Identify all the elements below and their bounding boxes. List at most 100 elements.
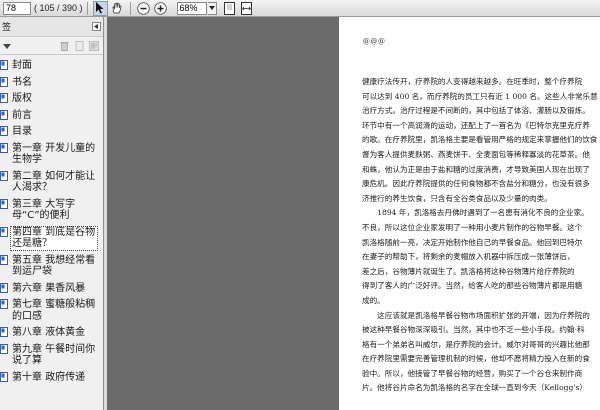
bookmark-item[interactable]: 第六章 果香风暴 — [0, 281, 103, 298]
page-number-input[interactable] — [3, 1, 31, 15]
options-icon[interactable] — [3, 42, 11, 50]
chevron-down-icon — [208, 6, 215, 10]
bookmark-item[interactable]: 第二章 如何才能让人渴求？ — [0, 169, 103, 197]
bookmark-label: 书名 — [12, 76, 32, 88]
bookmark-item[interactable]: 版权 — [0, 91, 103, 108]
bookmark-icon — [0, 327, 8, 337]
fit-width-icon — [240, 1, 252, 15]
toolbar-separator — [86, 1, 88, 15]
text-line: 可以达到 400 名，而疗养院的员工只有近 1 000 名。这些人非常乐意 — [362, 91, 598, 101]
bookmark-label: 第三章 大写字母“C”的便利 — [12, 198, 76, 222]
bookmark-item[interactable]: 第十章 政府传递 — [0, 370, 103, 387]
bookmark-item[interactable]: 书名 — [0, 75, 103, 92]
bookmarks-panel-title: 签 — [2, 23, 12, 33]
bookmark-label: 第一章 开发儿童的生物学 — [12, 142, 96, 166]
bookmark-icon — [0, 226, 8, 237]
hand-tool-button[interactable] — [110, 1, 125, 16]
bookmark-icon — [0, 371, 8, 382]
bookmark-label: 第八章 液体黄金 — [12, 327, 86, 338]
bookmark-item[interactable]: 前言 — [0, 108, 103, 125]
bookmark-label: 第二章 如何才能让人渴求？ — [12, 170, 96, 194]
text-line: 康危机。因此疗养院提供的任何食物都不含盐分和糖分，也没有很多 — [362, 179, 590, 189]
fit-page-icon — [223, 1, 235, 15]
text-line: 和蛛，他认为正是由于盐和糖的过度消费，才导致美国人现在出现了 — [362, 164, 590, 174]
page-header: @@@ — [363, 37, 386, 45]
zoom-level-input[interactable] — [176, 1, 207, 15]
bookmark-item[interactable]: 第五章 我想经常看到运尸袋 — [0, 253, 103, 281]
fit-width-button[interactable] — [239, 1, 254, 16]
zoom-in-icon — [153, 1, 167, 15]
new-bookmark-icon — [75, 40, 83, 51]
bookmark-label: 第六章 果香风暴 — [12, 282, 86, 294]
cursor-icon — [96, 2, 104, 14]
document-view[interactable]: @@@ 健康疗法传开，疗养院的人变得越来越多。在旺季时，整个疗养院 可以达到 4… — [107, 17, 600, 410]
text-line: 差之后，谷物薄片就诞生了。凯洛格将这种谷物薄片给疗养院的 — [362, 266, 575, 276]
bookmark-icon — [0, 126, 8, 136]
fit-page-button[interactable] — [222, 1, 237, 16]
bookmark-label: 第十章 政府传递 — [12, 371, 86, 383]
bookmark-item[interactable]: 封面 — [0, 58, 103, 75]
trash-icon — [60, 41, 68, 51]
bookmark-label: 第九章 午餐时间你说了算 — [12, 343, 96, 367]
bookmark-label: 前言 — [12, 109, 32, 121]
text-line: 成的。 — [362, 295, 385, 305]
text-line: 治疗方式。治疗过程是不间断的，其中包括了体浴、灌肠以及锻炼。 — [362, 106, 590, 116]
zoom-in-button[interactable] — [153, 1, 168, 16]
hand-icon — [112, 2, 122, 14]
text-line: 在疗养院里需要完善管理机制的时候，他却不愿将精力投入在新的食 — [362, 354, 590, 364]
bookmark-properties-button[interactable] — [88, 40, 100, 52]
toolbar: ( 105 / 390 ) — [0, 0, 600, 17]
bookmark-icon — [0, 60, 8, 70]
properties-icon — [89, 40, 99, 51]
bookmark-list: 封面 书名 版权 前言 目录 第一章 开发儿童的生物学 第二章 如何才能让人渴求… — [0, 55, 103, 386]
zoom-out-button[interactable] — [136, 1, 151, 16]
delete-bookmark-button[interactable] — [58, 40, 70, 52]
pdf-reader-window: ( 105 / 390 ) 签 — [0, 0, 600, 410]
text-line: 验中。所以，他接管了早餐谷物的经营，购买了一个谷仓来制作商 — [362, 368, 583, 378]
text-line: 1894 年，凯洛格去丹佛时遇到了一名患有消化不良的企业家。 — [362, 208, 589, 218]
bookmark-icon — [0, 299, 8, 309]
bookmark-item-selected[interactable]: 第四章 到底是谷物还是糖？ — [0, 225, 103, 253]
bookmark-item[interactable]: 第九章 午餐时间你说了算 — [0, 342, 103, 370]
text-line: 环节中有一个高润滑的运动，还配上了一首名为《巴特尔克里克疗养 — [362, 120, 590, 130]
bookmark-icon — [0, 170, 8, 181]
text-line: 凯洛格随前一亮，决定开始制作他自己的早餐食品。他回到巴特尔 — [362, 237, 583, 247]
collapse-icon — [94, 24, 98, 29]
document-page: @@@ 健康疗法传开，疗养院的人变得越来越多。在旺季时，整个疗养院 可以达到 4… — [339, 17, 600, 410]
text-line: 不良，所以这位企业家发明了一种用小麦片制作的谷物早餐。这个 — [362, 222, 583, 232]
zoom-dropdown-button[interactable] — [207, 1, 217, 15]
bookmark-icon — [0, 142, 8, 153]
page-body: 健康疗法传开，疗养院的人变得越来越多。在旺季时，整个疗养院 可以达到 400 名… — [362, 75, 600, 396]
text-line: 的歌。在疗养院里，凯洛格主要是看管用严格的规定来掌握他们的饮食 — [362, 135, 598, 145]
toolbar-separator — [129, 1, 131, 15]
bookmark-label: 封面 — [12, 60, 32, 71]
text-line: 督为客人提供麦麸粥、燕麦饼干、全麦面包等稀释寡淡的花草茶。他 — [362, 149, 590, 159]
bookmark-item[interactable]: 第八章 液体黄金 — [0, 325, 103, 342]
text-line: 格有一个弟弟名叫威尔，是疗养院的会计。威尔对哥哥的兴趣比他那 — [362, 339, 590, 349]
text-line: 被这种早餐谷物深深吸引。当然，其中也不乏一些小手段。约翰·科 — [362, 325, 585, 335]
bookmark-label: 版权 — [12, 93, 32, 104]
bookmarks-panel-header: 签 — [0, 17, 103, 37]
text-line: 健康疗法传开，疗养院的人变得越来越多。在旺季时，整个疗养院 — [362, 77, 583, 86]
bookmark-item[interactable]: 目录 — [0, 124, 103, 141]
bookmark-icon — [0, 254, 8, 265]
text-line: 得到了客人的广泛好评。当然，给客人吃的那些谷物薄片都是用糖 — [362, 281, 583, 291]
bookmark-item[interactable]: 第三章 大写字母“C”的便利 — [0, 197, 103, 225]
bookmarks-toolbar — [0, 37, 103, 55]
bookmark-label: 第五章 我想经常看到运尸袋 — [12, 254, 96, 278]
text-line: 济推行的养生饮食，只含有全谷类食品以及少量的肉类。 — [362, 193, 552, 203]
bookmark-icon — [0, 198, 8, 209]
text-line: 这应该就是凯洛格早餐谷物市场面积扩张的开端，因为疗养院的 — [362, 310, 590, 320]
page-count-text: ( 105 / 390 ) — [34, 3, 83, 13]
text-line: 在妻子的帮助下，将剩余的麦帽放入机器中拆压成一张薄饼后， — [362, 252, 575, 262]
zoom-out-icon — [136, 1, 150, 15]
bookmark-label: 目录 — [12, 126, 32, 137]
new-bookmark-button[interactable] — [73, 40, 85, 52]
close-panel-button[interactable] — [92, 22, 101, 31]
bookmark-icon — [0, 93, 8, 103]
bookmark-item[interactable]: 第一章 开发儿童的生物学 — [0, 141, 103, 169]
bookmarks-panel: 签 封面 书名 版权 前言 目录 第一章 开发儿童的生物学 第二章 如何才能让人… — [0, 17, 104, 410]
bookmark-item[interactable]: 第七章 蜜糖般粘稠的口感 — [0, 297, 103, 325]
bookmark-label: 第四章 到底是谷物还是糖？ — [10, 225, 98, 251]
select-tool-button[interactable] — [92, 0, 108, 16]
